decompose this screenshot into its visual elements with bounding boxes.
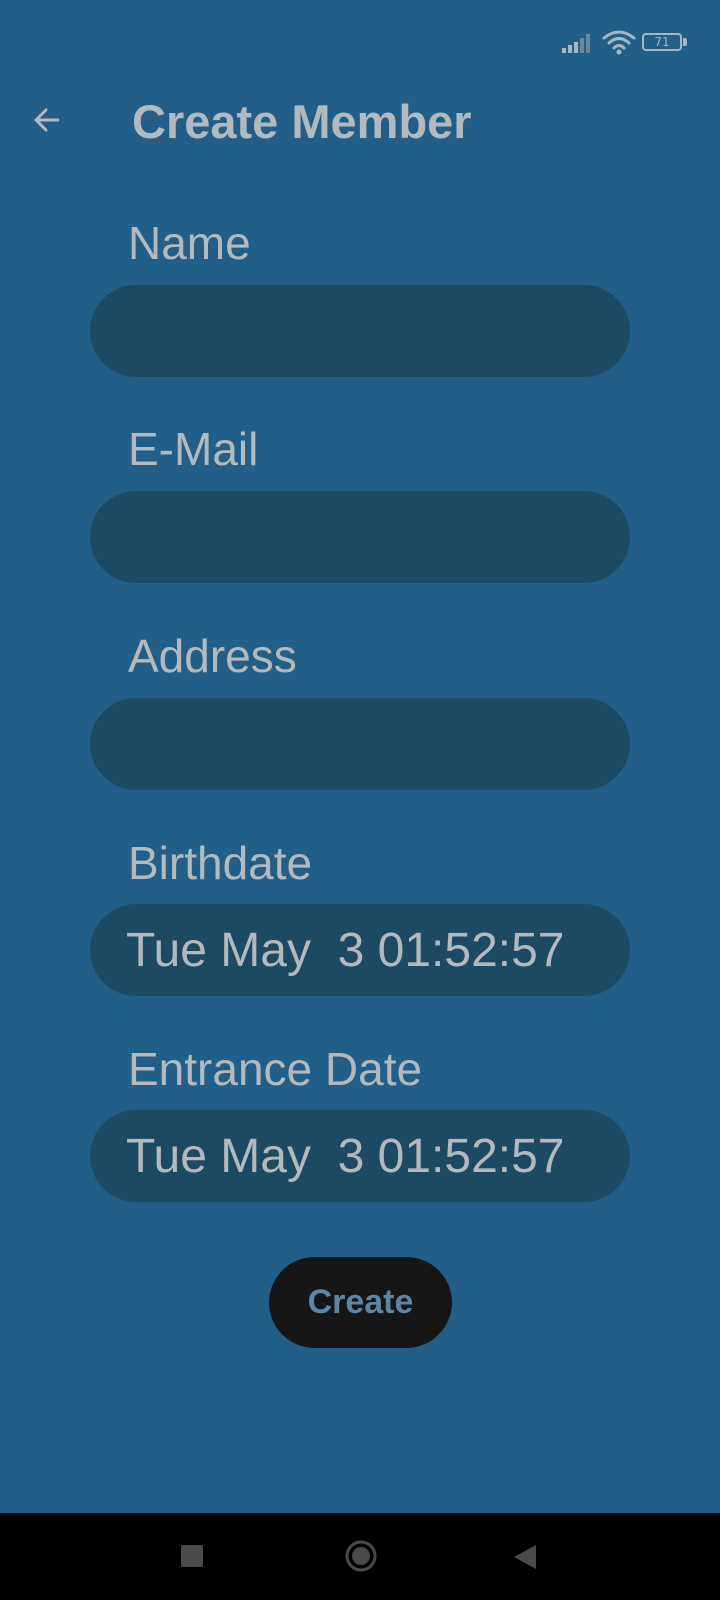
home-icon[interactable] [344,1539,378,1573]
signal-icon [562,34,590,53]
system-nav-bar [0,1513,720,1600]
name-label: Name [128,217,251,269]
wifi-icon [602,30,636,55]
status-bar: 71 [0,0,720,80]
page-title: Create Member [132,95,472,148]
recents-icon[interactable] [181,1545,203,1567]
arrow-back-icon[interactable] [28,100,68,140]
app-screen: 71 Create Member Name E-Mail Address Bir… [0,0,720,1513]
back-triangle-icon[interactable] [512,1543,538,1571]
battery-level: 71 [654,35,670,49]
address-field[interactable] [90,698,630,790]
birthdate-field[interactable] [90,904,630,996]
name-field[interactable] [90,285,630,377]
entrance-date-label: Entrance Date [128,1043,423,1095]
email-label: E-Mail [128,423,259,475]
email-field[interactable] [90,491,630,583]
entrance-date-field[interactable] [90,1110,630,1202]
app-bar: Create Member [0,80,720,168]
birthdate-label: Birthdate [128,837,313,889]
create-button[interactable]: Create [269,1257,452,1348]
battery-icon: 71 [642,33,690,53]
address-label: Address [128,630,297,682]
